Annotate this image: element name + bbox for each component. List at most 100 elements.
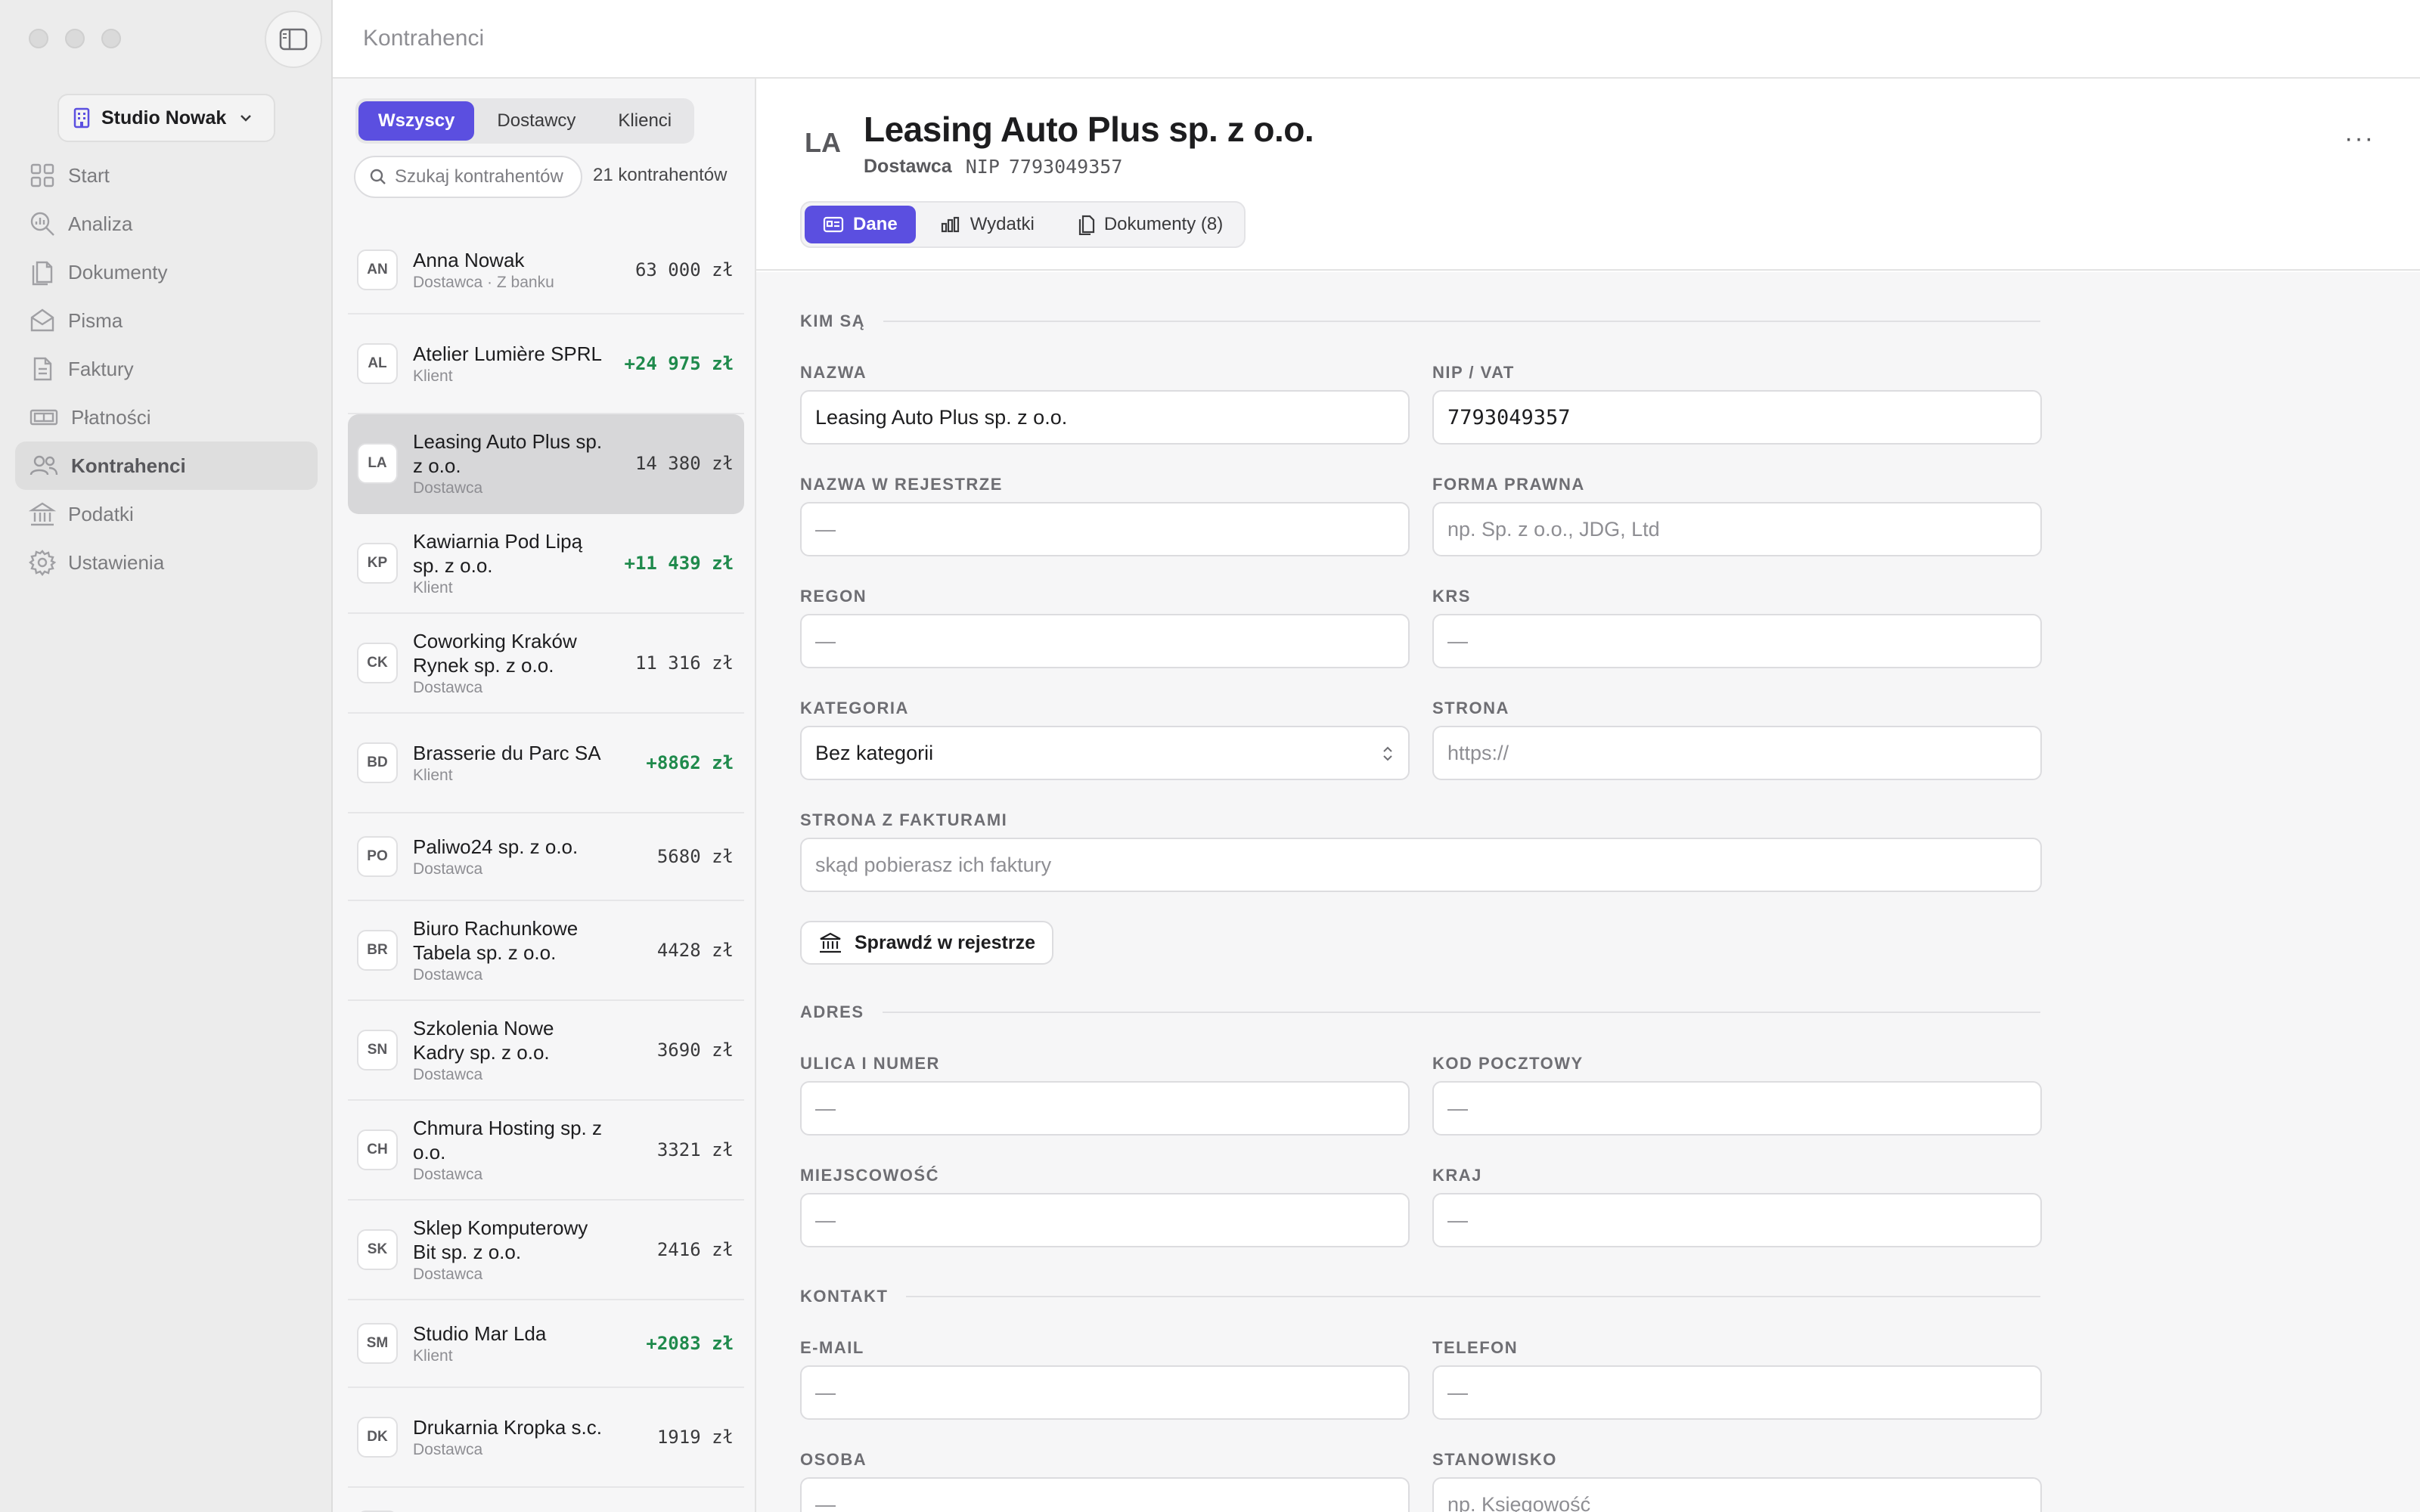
filter-clients-tab[interactable]: Klienci [598, 101, 691, 141]
minimize-window-button[interactable] [65, 29, 85, 48]
postal-code-field[interactable]: — [1432, 1081, 2042, 1136]
avatar: BD [357, 742, 398, 783]
search-input[interactable] [395, 166, 566, 187]
country-field[interactable]: — [1432, 1193, 2042, 1247]
person-field[interactable]: — [800, 1477, 1410, 1512]
invoice-icon [33, 357, 52, 381]
sidebar-item-analiza[interactable]: Analiza [15, 200, 318, 248]
field-label-postal: KOD POCZTOWY [1432, 1054, 1584, 1073]
contractor-row[interactable]: LA Leasing Auto Plus sp. z o.o. Dostawca 14… [348, 414, 744, 514]
invoice-site-field[interactable]: skąd pobierasz ich faktury [800, 838, 2042, 892]
contractor-row[interactable]: AN Anna Nowak Dostawca · Z banku 63 000 zł [348, 227, 744, 314]
contractor-row-type: Klient [413, 1347, 453, 1365]
sidebar-nav: Start Analiza Dokumenty Pisma Faktury Pł… [15, 151, 318, 587]
sidebar-item-dokumenty[interactable]: Dokumenty [15, 248, 318, 296]
field-label-person: OSOBA [800, 1450, 867, 1469]
contractor-row-name: Kawiarnia Pod Lipą sp. z o.o. [413, 530, 583, 577]
contractor-row[interactable]: NNordlicht GmbHKlient+1590 zł [348, 1488, 744, 1512]
regon-field[interactable]: — [800, 614, 1410, 668]
avatar: SK [357, 1229, 398, 1270]
filter-segmented-control: Wszyscy Dostawcy Klienci [355, 98, 695, 144]
contractor-row-type: Klient [413, 767, 453, 784]
contractor-row-amount: 63 000 zł [634, 259, 734, 280]
contractor-row-amount: 11 316 zł [634, 652, 734, 674]
contractor-row[interactable]: CK Coworking Kraków Rynek sp. z o.o. Dosta… [348, 614, 744, 714]
tab-dokumenty[interactable]: Dokumenty (8) [1059, 206, 1241, 243]
envelope-icon [30, 308, 54, 332]
tab-dane[interactable]: Dane [805, 206, 916, 243]
field-label-position: STANOWISKO [1432, 1450, 1557, 1469]
sidebar-item-podatki[interactable]: Podatki [15, 490, 318, 538]
position-field[interactable]: np. Księgowość [1432, 1477, 2042, 1512]
contractor-row-amount: 2416 zł [656, 1239, 734, 1260]
contractor-row-type: Dostawca [413, 1441, 483, 1458]
contractor-avatar: LA [805, 127, 841, 158]
field-label-country: KRAJ [1432, 1166, 1482, 1185]
legal-form-field[interactable]: np. Sp. z o.o., JDG, Ltd [1432, 502, 2042, 556]
contractor-row-text: Anna Nowak Dostawca · Z banku [413, 248, 635, 292]
website-field[interactable]: https:// [1432, 726, 2042, 780]
contractor-row-name: Studio Mar Lda [413, 1322, 547, 1345]
email-field[interactable]: — [800, 1365, 1410, 1420]
filter-suppliers-tab[interactable]: Dostawcy [477, 101, 595, 141]
sidebar-toggle-button[interactable] [265, 11, 322, 68]
street-field[interactable]: — [800, 1081, 1410, 1136]
contractor-row[interactable]: SK Sklep Komputerowy Bit sp. z o.o. Dostaw… [348, 1201, 744, 1300]
organization-switcher[interactable]: Studio Nowak [57, 94, 275, 142]
search-box [354, 156, 582, 198]
field-label-regon: REGON [800, 587, 867, 606]
section-heading-who: KIM SĄ [800, 311, 2040, 331]
contractor-row-amount: +24 975 zł [624, 353, 734, 374]
contractor-type: Dostawca [864, 156, 952, 177]
contractor-row[interactable]: PO Paliwo24 sp. z o.o. Dostawca 5680 zł [348, 813, 744, 901]
sidebar-item-platnosci[interactable]: Płatności [15, 393, 318, 442]
field-label-name: NAZWA [800, 363, 867, 382]
sidebar-item-pisma[interactable]: Pisma [15, 296, 318, 345]
contractor-row-type: Klient [413, 367, 453, 385]
contractor-row-text: Kawiarnia Pod Lipą sp. z o.o. Klient [413, 529, 625, 597]
bank-icon [820, 932, 841, 953]
contractor-row[interactable]: DK Drukarnia Kropka s.c. Dostawca 1919 zł [348, 1388, 744, 1488]
contractor-row-text: Coworking Kraków Rynek sp. z o.o. Dostawc… [413, 629, 635, 697]
krs-field[interactable]: — [1432, 614, 2042, 668]
sidebar-item-start[interactable]: Start [15, 151, 318, 200]
close-window-button[interactable] [29, 29, 48, 48]
contractor-row-text: Drukarnia Kropka s.c. Dostawca [413, 1415, 657, 1459]
field-label-city: MIEJSCOWOŚĆ [800, 1166, 939, 1185]
detail-tabs: Dane Wydatki Dokumenty (8) [800, 201, 1246, 248]
contractor-row[interactable]: SN Szkolenia Nowe Kadry sp. z o.o. Dostawc… [348, 1001, 744, 1101]
contractor-row[interactable]: KP Kawiarnia Pod Lipą sp. z o.o. Klient +11… [348, 514, 744, 614]
more-options-button[interactable]: ··· [2344, 124, 2375, 153]
tab-label: Wydatki [970, 214, 1035, 234]
contractor-row-name: Sklep Komputerowy Bit sp. z o.o. [413, 1216, 588, 1263]
phone-field[interactable]: — [1432, 1365, 2042, 1420]
avatar: SN [357, 1030, 398, 1070]
contractor-row-amount: 1919 zł [656, 1427, 734, 1448]
contractor-row-type: Dostawca [413, 1266, 483, 1283]
avatar: PO [357, 836, 398, 877]
contractor-row[interactable]: BR Biuro Rachunkowe Tabela sp. z o.o. Dost… [348, 901, 744, 1001]
category-select[interactable]: Bez kategorii [800, 726, 1410, 780]
contractor-row-amount: +2083 zł [646, 1333, 734, 1354]
zoom-window-button[interactable] [101, 29, 121, 48]
chevron-down-icon [240, 115, 252, 122]
contractor-row[interactable]: BD Brasserie du Parc SA Klient +8862 zł [348, 714, 744, 813]
check-registry-button[interactable]: Sprawdź w rejestrze [800, 921, 1053, 965]
contractor-row-name: Szkolenia Nowe Kadry sp. z o.o. [413, 1017, 554, 1064]
sidebar-item-faktury[interactable]: Faktury [15, 345, 318, 393]
name-field[interactable]: Leasing Auto Plus sp. z o.o. [800, 390, 1410, 445]
sidebar-item-ustawienia[interactable]: Ustawienia [15, 538, 318, 587]
category-value: Bez kategorii [815, 741, 934, 764]
sidebar-item-label: Analiza [68, 212, 133, 235]
tab-wydatki[interactable]: Wydatki [922, 206, 1053, 243]
contractor-row[interactable]: SM Studio Mar Lda Klient +2083 zł [348, 1300, 744, 1388]
sidebar-item-kontrahenci[interactable]: Kontrahenci [15, 442, 318, 490]
contractor-row-text: Paliwo24 sp. z o.o. Dostawca [413, 835, 657, 878]
field-label-nip: NIP / VAT [1432, 363, 1515, 382]
registry-name-field[interactable]: — [800, 502, 1410, 556]
city-field[interactable]: — [800, 1193, 1410, 1247]
contractor-row[interactable]: AL Atelier Lumière SPRL Klient +24 975 zł [348, 314, 744, 414]
nip-field[interactable]: 7793049357 [1432, 390, 2042, 445]
filter-all-tab[interactable]: Wszyscy [358, 101, 475, 141]
contractor-row[interactable]: CH Chmura Hosting sp. z o.o. Dostawca 3321 … [348, 1101, 744, 1201]
